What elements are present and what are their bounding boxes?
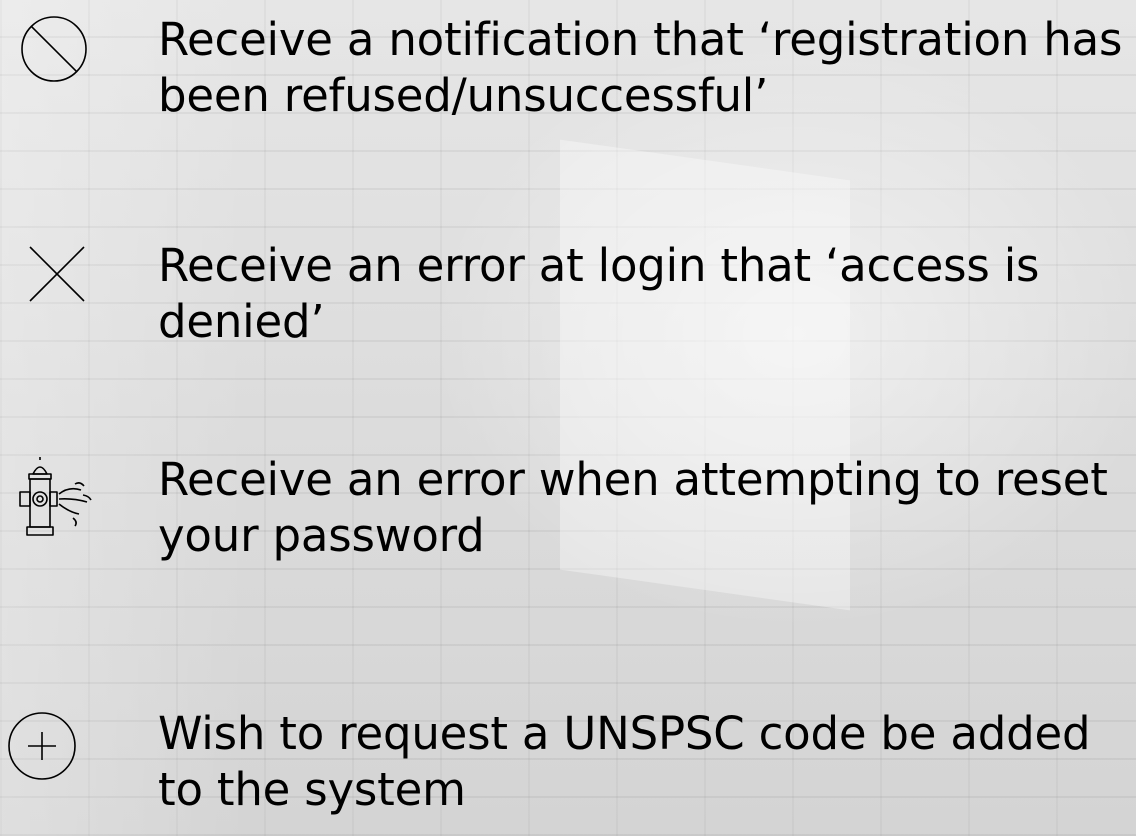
fire-hydrant-icon xyxy=(17,456,103,546)
list-item-text: Wish to request a UNSPSC code be added t… xyxy=(158,707,1091,816)
list-item-text: Receive an error at login that ‘access i… xyxy=(158,239,1040,348)
plus-circle-icon xyxy=(6,710,78,786)
list-item-text: Receive a notification that ‘registratio… xyxy=(158,13,1123,122)
prohibited-icon xyxy=(19,14,89,88)
list-item-text: Receive an error when attempting to rese… xyxy=(158,453,1108,562)
close-x-icon xyxy=(29,246,85,306)
